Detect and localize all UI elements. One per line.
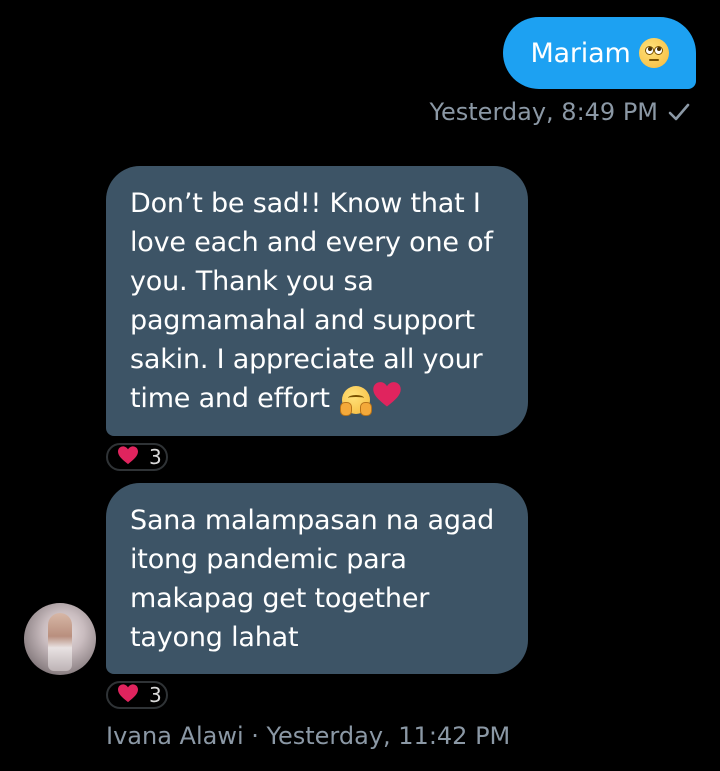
reaction-count: 3 [149,445,162,469]
message-line: itong pandemic para [130,544,407,575]
message-line: makapag get together [130,583,430,614]
message-line: Don’t be sad!! Know that I [130,188,481,219]
avatar[interactable] [24,603,96,675]
message-line: love each and every one of [130,227,493,258]
red-heart-icon [372,380,402,419]
received-message-meta: Ivana Alawi · Yesterday, 11:42 PM [106,722,511,750]
message-line-text: time and effort [130,383,330,414]
red-heart-icon [117,683,139,708]
pleading-face-icon [638,38,669,68]
hugging-face-icon [340,385,373,416]
reaction-pill[interactable]: 3 [106,681,168,709]
sent-message-bubble[interactable]: Mariam [503,17,696,89]
sent-message-text: Mariam [530,37,631,69]
message-line: tayong lahat [130,622,299,653]
sent-message-meta: Yesterday, 8:49 PM [430,98,690,126]
received-message-bubble[interactable]: Sana malampasan na agad itong pandemic p… [106,483,528,674]
trailing-emojis [340,380,402,419]
message-line-last: time and effort [130,379,504,419]
message-line: Sana malampasan na agad [130,505,495,536]
red-heart-icon [117,445,139,470]
message-line: pagmamahal and support [130,305,475,336]
reaction-pill[interactable]: 3 [106,443,168,471]
sent-message-timestamp: Yesterday, 8:49 PM [429,98,658,126]
received-message-bubble[interactable]: Don’t be sad!! Know that I love each and… [106,166,528,436]
check-icon [668,102,690,122]
dm-conversation: Mariam Yesterday, 8:49 PM Don’t be sad!!… [0,0,720,771]
message-line: sakin. I appreciate all your [130,344,483,375]
reaction-count: 3 [149,683,162,707]
message-line: you. Thank you sa [130,266,374,297]
